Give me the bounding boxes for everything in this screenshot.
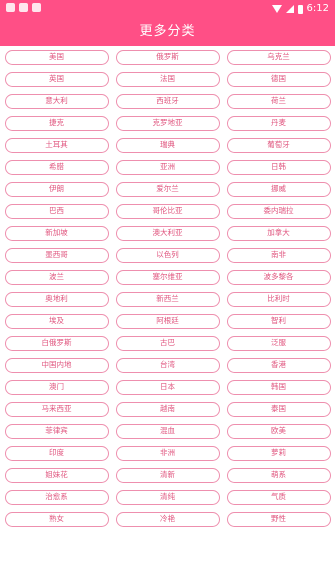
category-button[interactable]: 萌系	[226, 468, 331, 483]
category-button[interactable]: 古巴	[115, 336, 220, 351]
category-button[interactable]: 克罗地亚	[115, 116, 220, 131]
category-button[interactable]: 意大利	[4, 94, 109, 109]
category-button[interactable]: 姐妹花	[4, 468, 109, 483]
category-button[interactable]: 俄罗斯	[115, 50, 220, 65]
category-button[interactable]: 美国	[4, 50, 109, 65]
category-button[interactable]: 加拿大	[226, 226, 331, 241]
category-button[interactable]: 委内瑞拉	[226, 204, 331, 219]
notification-icon	[32, 3, 41, 12]
category-button[interactable]: 萝莉	[226, 446, 331, 461]
category-button[interactable]: 埃及	[4, 314, 109, 329]
category-button[interactable]: 泛服	[226, 336, 331, 351]
category-button[interactable]: 瑞典	[115, 138, 220, 153]
category-button[interactable]: 韩国	[226, 380, 331, 395]
category-button[interactable]: 印度	[4, 446, 109, 461]
category-button[interactable]: 欧美	[226, 424, 331, 439]
category-button[interactable]: 法国	[115, 72, 220, 87]
category-button[interactable]: 混血	[115, 424, 220, 439]
category-button[interactable]: 以色列	[115, 248, 220, 263]
category-button[interactable]: 越南	[115, 402, 220, 417]
category-button[interactable]: 新西兰	[115, 292, 220, 307]
category-button[interactable]: 乌克兰	[226, 50, 331, 65]
category-button[interactable]: 日韩	[226, 160, 331, 175]
category-button[interactable]: 白俄罗斯	[4, 336, 109, 351]
category-button[interactable]: 波兰	[4, 270, 109, 285]
category-button[interactable]: 冷艳	[115, 512, 220, 527]
category-button[interactable]: 葡萄牙	[226, 138, 331, 153]
category-button[interactable]: 德国	[226, 72, 331, 87]
category-button[interactable]: 比利时	[226, 292, 331, 307]
category-button[interactable]: 阿根廷	[115, 314, 220, 329]
category-button[interactable]: 南非	[226, 248, 331, 263]
status-time: 6:12	[306, 3, 329, 14]
wifi-icon	[271, 5, 282, 13]
category-button[interactable]: 西班牙	[115, 94, 220, 109]
category-button[interactable]: 丹麦	[226, 116, 331, 131]
category-button[interactable]: 土耳其	[4, 138, 109, 153]
page-title: 更多分类	[0, 18, 335, 46]
category-button[interactable]: 荷兰	[226, 94, 331, 109]
category-button[interactable]: 挪威	[226, 182, 331, 197]
notification-icon	[6, 3, 15, 12]
category-button[interactable]: 哥伦比亚	[115, 204, 220, 219]
category-button[interactable]: 泰国	[226, 402, 331, 417]
category-button[interactable]: 希腊	[4, 160, 109, 175]
category-button[interactable]: 野性	[226, 512, 331, 527]
category-button[interactable]: 奥地利	[4, 292, 109, 307]
category-button[interactable]: 马来西亚	[4, 402, 109, 417]
category-button[interactable]: 清纯	[115, 490, 220, 505]
status-left-icons	[6, 3, 41, 12]
category-button[interactable]: 日本	[115, 380, 220, 395]
category-button[interactable]: 治愈系	[4, 490, 109, 505]
category-button[interactable]: 波多黎各	[226, 270, 331, 285]
battery-icon	[297, 4, 303, 14]
status-right-icons: 6:12	[271, 2, 329, 16]
category-button[interactable]: 爱尔兰	[115, 182, 220, 197]
category-button[interactable]: 澳门	[4, 380, 109, 395]
category-button[interactable]: 伊朗	[4, 182, 109, 197]
category-button[interactable]: 非洲	[115, 446, 220, 461]
category-button[interactable]: 新加坡	[4, 226, 109, 241]
category-button[interactable]: 亚洲	[115, 160, 220, 175]
category-button[interactable]: 清新	[115, 468, 220, 483]
signal-icon	[285, 5, 294, 13]
category-button[interactable]: 墨西哥	[4, 248, 109, 263]
category-button[interactable]: 气质	[226, 490, 331, 505]
category-button[interactable]: 熟女	[4, 512, 109, 527]
category-button[interactable]: 塞尔维亚	[115, 270, 220, 285]
category-button[interactable]: 菲律宾	[4, 424, 109, 439]
category-button[interactable]: 智利	[226, 314, 331, 329]
notification-icon	[19, 3, 28, 12]
status-bar: 6:12	[0, 0, 335, 18]
category-button[interactable]: 中国内地	[4, 358, 109, 373]
category-grid: 美国 俄罗斯 乌克兰英国 法国 德国意大利 西班牙 荷兰捷克 克罗地亚 丹麦土耳其 瑞典 葡萄牙希腊…	[0, 50, 335, 527]
category-button[interactable]: 巴西	[4, 204, 109, 219]
category-button[interactable]: 香港	[226, 358, 331, 373]
category-button[interactable]: 英国	[4, 72, 109, 87]
category-button[interactable]: 澳大利亚	[115, 226, 220, 241]
category-button[interactable]: 台湾	[115, 358, 220, 373]
category-button[interactable]: 捷克	[4, 116, 109, 131]
